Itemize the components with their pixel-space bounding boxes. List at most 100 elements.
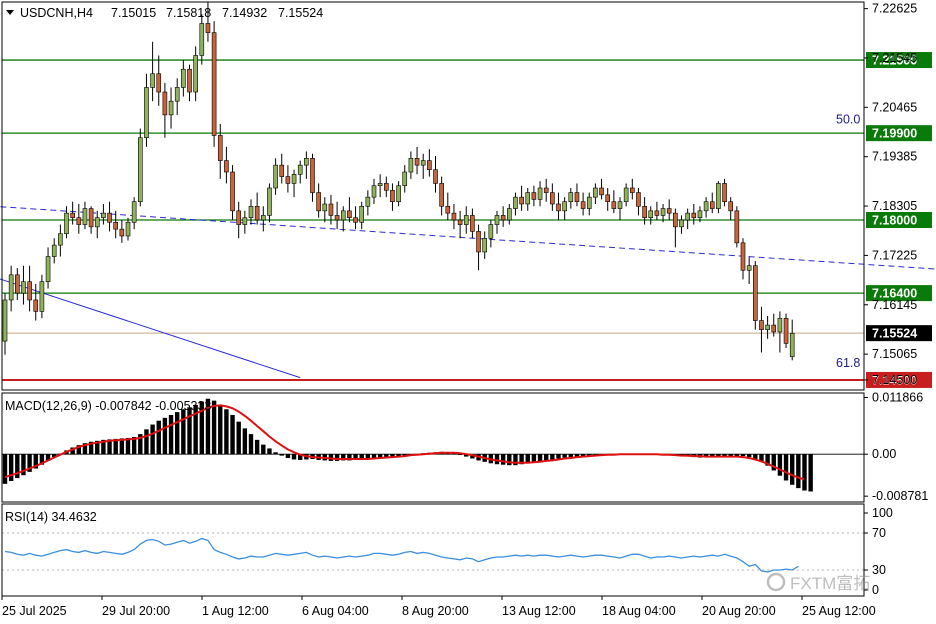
- rsi-axis-label: 30: [872, 563, 886, 577]
- macd-axis-label: 0.00: [872, 447, 896, 461]
- candle-body: [27, 281, 32, 301]
- candle-body: [482, 237, 488, 253]
- macd-histogram-bar: [254, 439, 260, 455]
- candle-body: [679, 219, 684, 228]
- macd-histogram-bar: [8, 454, 14, 481]
- candle-body: [660, 208, 666, 216]
- candle-body: [217, 135, 223, 161]
- macd-histogram-bar: [273, 452, 278, 455]
- macd-histogram-bar: [168, 414, 174, 455]
- price-axis-label: 7.14500: [872, 373, 917, 387]
- candle-body: [463, 215, 469, 225]
- price-axis-label: 7.16145: [872, 298, 917, 312]
- price-axis-label: 7.17225: [872, 248, 917, 262]
- candle-body: [568, 192, 574, 203]
- time-axis-label: 6 Aug 04:00: [302, 604, 369, 618]
- macd-histogram-bar: [544, 454, 549, 461]
- candle-body: [51, 244, 57, 257]
- macd-histogram-bar: [291, 454, 297, 460]
- candle-body: [211, 32, 217, 136]
- candle-body: [673, 212, 678, 228]
- candle-body: [550, 192, 555, 205]
- macd-histogram-bar: [187, 407, 192, 455]
- candle-body: [746, 265, 752, 271]
- candle-body: [433, 169, 438, 184]
- candle-body: [648, 210, 654, 219]
- candle-body: [427, 160, 432, 171]
- candle-body: [359, 205, 365, 223]
- candle-body: [82, 208, 88, 225]
- macd-histogram-bar: [218, 404, 223, 455]
- candle-body: [728, 201, 734, 212]
- candle-body: [144, 87, 149, 139]
- macd-histogram-bar: [537, 454, 543, 462]
- candle-body: [33, 299, 39, 312]
- candle-body: [765, 324, 770, 330]
- macd-axis-label: 0.011866: [872, 390, 923, 404]
- macd-histogram-bar: [507, 454, 512, 466]
- time-axis-label: 18 Aug 04:00: [602, 604, 676, 618]
- candle-body: [193, 55, 198, 93]
- candle-body: [740, 242, 746, 271]
- candle-body: [101, 212, 106, 219]
- rsi-axis-label: 0: [872, 583, 879, 597]
- candle-body: [279, 164, 285, 177]
- price-axis-label: 7.19385: [872, 150, 917, 164]
- candle-body: [168, 100, 174, 116]
- candle-body: [21, 281, 26, 294]
- candle-body: [519, 196, 524, 205]
- price-chart[interactable]: 7.215007.199007.180007.164007.145007.155…: [0, 0, 936, 624]
- candle-body: [476, 231, 481, 253]
- candle-body: [414, 157, 420, 166]
- price-axis-label: 7.15065: [872, 347, 917, 361]
- candle-body: [291, 173, 297, 184]
- candle-body: [734, 210, 740, 244]
- candle-body: [420, 160, 426, 166]
- fibonacci-level-label: 50.0: [836, 112, 860, 126]
- macd-histogram-bar: [150, 424, 155, 455]
- candle-body: [260, 215, 266, 221]
- price-axis-label: 7.22625: [872, 2, 917, 16]
- candle-body: [347, 210, 352, 219]
- candle-body: [340, 210, 346, 221]
- candle-body: [94, 217, 100, 228]
- ohlc-close: 7.15524: [278, 6, 323, 20]
- candle-body: [488, 224, 494, 239]
- macd-histogram-bar: [156, 420, 161, 455]
- watermark-text: FXTM富拓: [790, 574, 870, 593]
- macd-histogram-bar: [261, 444, 266, 455]
- macd-histogram-bar: [500, 454, 506, 465]
- macd-histogram-bar: [2, 454, 8, 484]
- candle-body: [789, 333, 795, 357]
- time-axis-label: 29 Jul 20:00: [102, 604, 170, 618]
- candle-body: [125, 221, 131, 237]
- candle-body: [248, 205, 254, 219]
- rsi-axis-label: 100: [872, 506, 893, 520]
- candle-body: [365, 196, 371, 207]
- candle-body: [174, 87, 180, 102]
- candle-body: [642, 205, 647, 219]
- candle-body: [113, 221, 118, 230]
- candle-body: [408, 157, 414, 173]
- candle-body: [580, 201, 586, 209]
- candle-body: [297, 164, 303, 175]
- candle-body: [439, 183, 444, 207]
- candle-body: [2, 299, 8, 342]
- candle-body: [451, 212, 457, 221]
- candle-body: [531, 192, 537, 200]
- candle-body: [716, 183, 721, 209]
- candle-body: [310, 157, 315, 193]
- time-axis-label: 20 Aug 20:00: [702, 604, 776, 618]
- time-axis-label: 8 Aug 20:00: [402, 604, 469, 618]
- chart-background: [0, 0, 936, 624]
- candle-body: [525, 192, 531, 205]
- rsi-axis-label: 70: [872, 526, 886, 540]
- macd-axis-label: -0.008781: [872, 489, 928, 503]
- time-axis-label: 25 Jul 2025: [2, 604, 67, 618]
- candle-body: [703, 201, 709, 212]
- candle-body: [697, 210, 703, 219]
- candle-body: [236, 210, 241, 225]
- candle-body: [15, 274, 20, 294]
- candle-body: [353, 217, 358, 223]
- candle-body: [562, 201, 567, 212]
